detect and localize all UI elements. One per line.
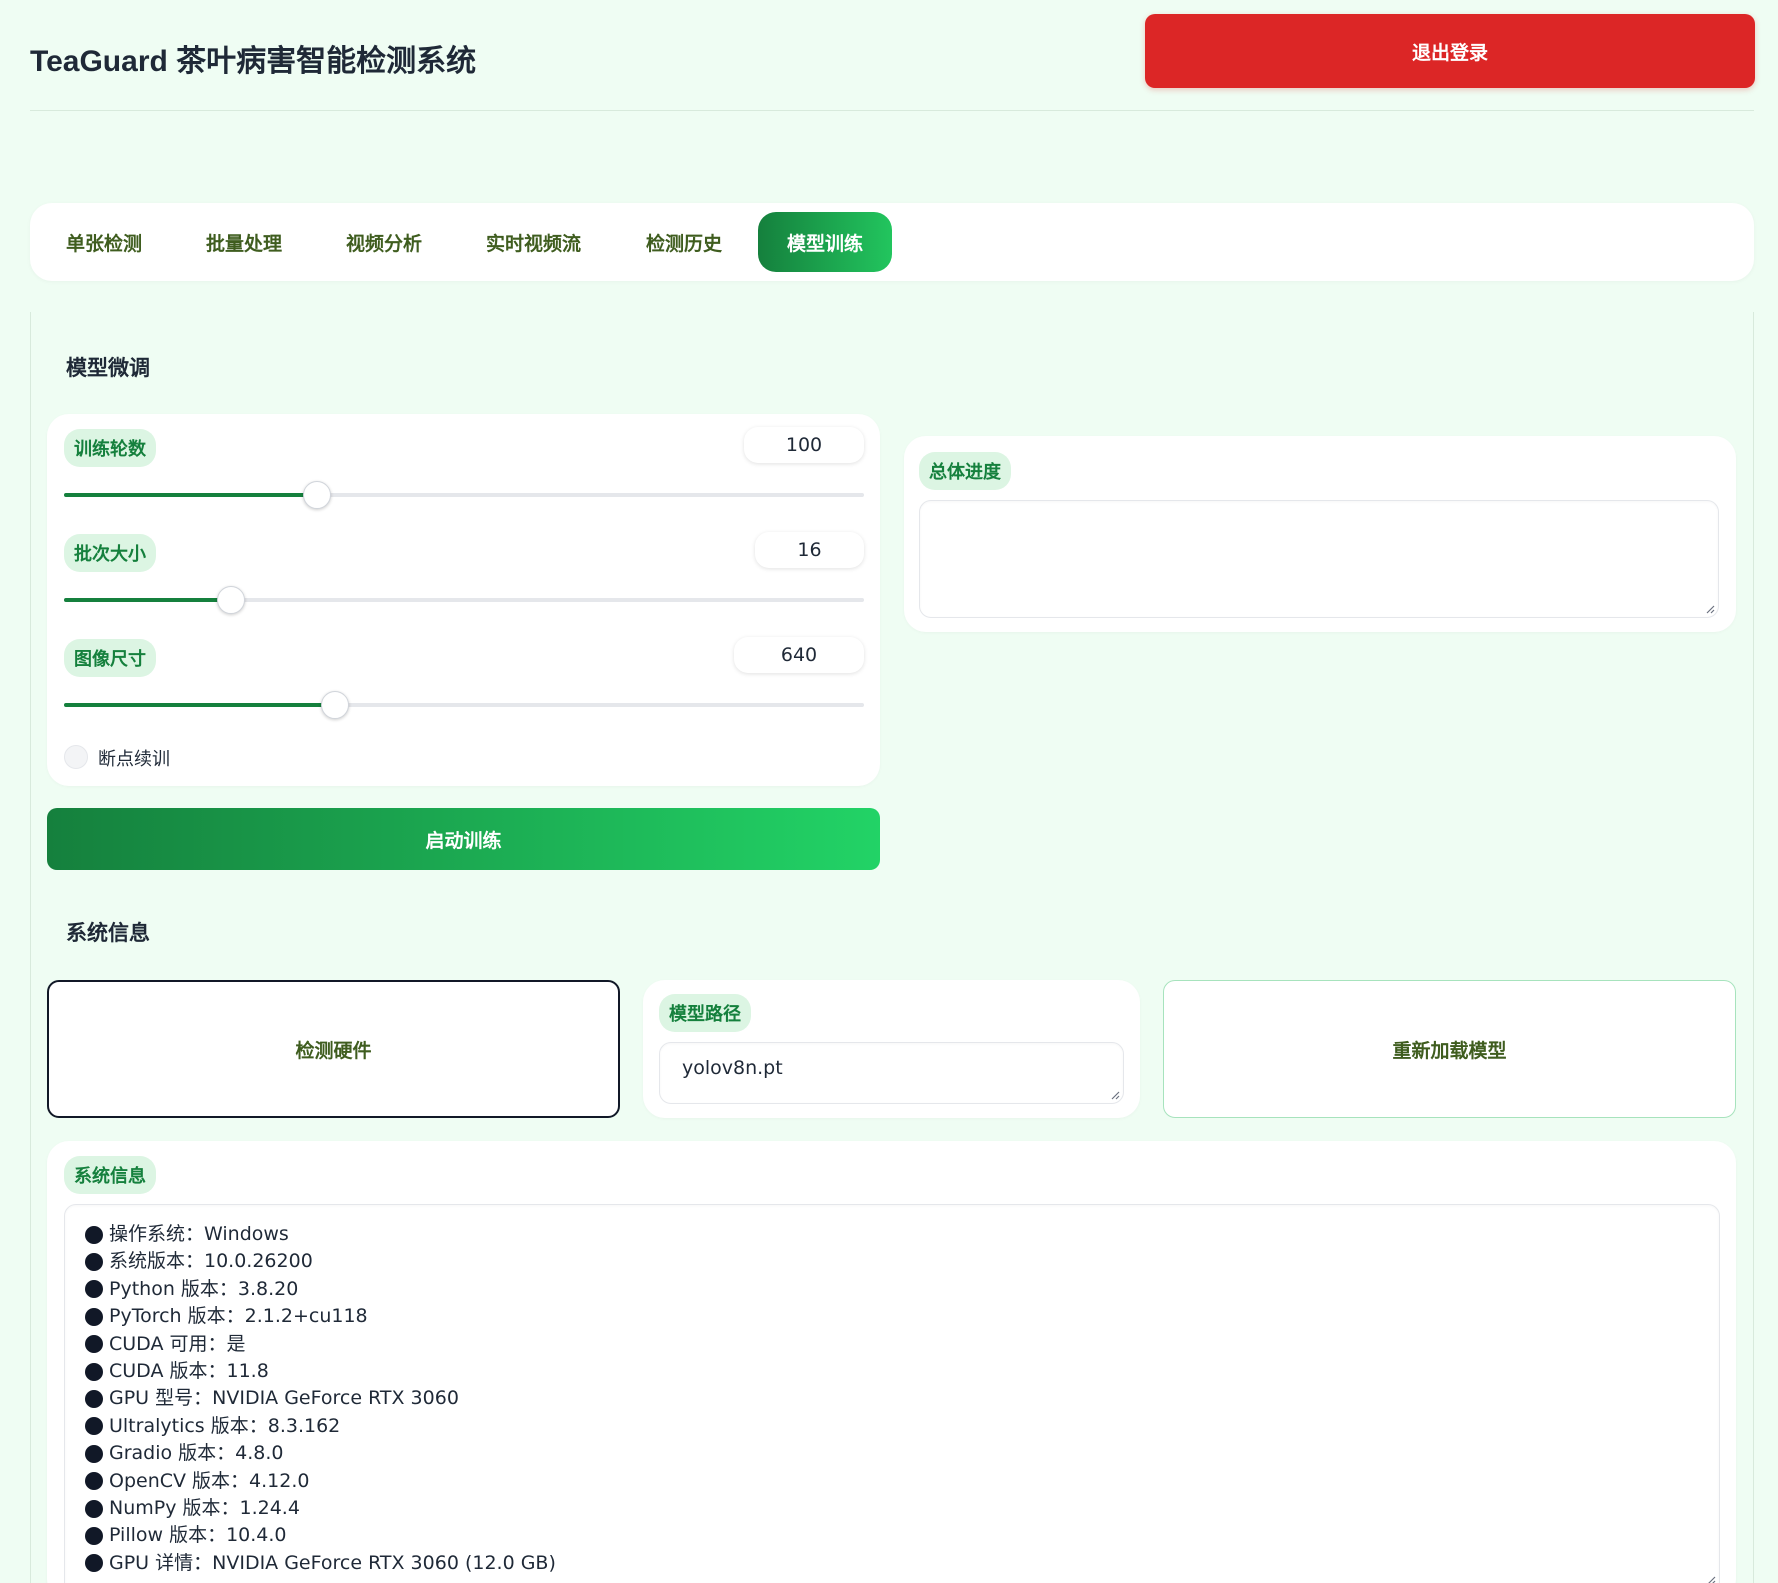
sysinfo-line: NumPy 版本：1.24.4 (85, 1495, 556, 1522)
tab-single-detect[interactable]: 单张检测 (38, 212, 170, 272)
bullet-icon (85, 1307, 103, 1326)
sysinfo-line-text: OpenCV 版本：4.12.0 (109, 1469, 310, 1492)
progress-label: 总体进度 (919, 452, 1011, 490)
imgsz-label: 图像尺寸 (64, 639, 156, 677)
sysinfo-line-text: GPU 型号：NVIDIA GeForce RTX 3060 (109, 1387, 459, 1410)
sysinfo-line-text: 系统版本：10.0.26200 (109, 1250, 313, 1273)
resize-grip-icon[interactable] (1703, 602, 1715, 614)
tab-training[interactable]: 模型训练 (758, 212, 892, 272)
batch-input[interactable]: 16 (755, 532, 864, 568)
epochs-slider[interactable] (64, 481, 864, 509)
app-title: TeaGuard 茶叶病害智能检测系统 (30, 45, 477, 78)
tab-batch[interactable]: 批量处理 (178, 212, 310, 272)
imgsz-slider-thumb[interactable] (321, 691, 350, 719)
resume-label: 断点续训 (98, 749, 170, 770)
model-path-label: 模型路径 (659, 994, 751, 1032)
bullet-icon (85, 1225, 103, 1244)
batch-slider[interactable] (64, 586, 864, 614)
bullet-icon (85, 1526, 103, 1545)
resize-grip-icon[interactable] (1108, 1088, 1120, 1100)
sysinfo-line-text: Pillow 版本：10.4.0 (109, 1524, 287, 1547)
sysinfo-title: 系统信息 (66, 921, 150, 945)
sysinfo-line: PyTorch 版本：2.1.2+cu118 (85, 1303, 556, 1330)
bullet-icon (85, 1253, 103, 1272)
tab-video[interactable]: 视频分析 (318, 212, 450, 272)
sysinfo-line-text: CUDA 版本：11.8 (109, 1359, 269, 1382)
imgsz-slider-fill (64, 703, 336, 707)
sysinfo-line: 操作系统：Windows (85, 1221, 556, 1248)
tab-bar: 单张检测 批量处理 视频分析 实时视频流 检测历史 模型训练 (30, 203, 1754, 281)
sysinfo-line-text: GPU 详情：NVIDIA GeForce RTX 3060 (12.0 GB) (109, 1551, 556, 1574)
sysinfo-line-text: PyTorch 版本：2.1.2+cu118 (109, 1305, 368, 1328)
model-path-input[interactable]: yolov8n.pt (659, 1042, 1124, 1104)
tab-live-stream[interactable]: 实时视频流 (458, 212, 609, 272)
sysinfo-line-text: 操作系统：Windows (109, 1223, 289, 1245)
sysinfo-list: 操作系统：Windows 系统版本：10.0.26200 Python 版本：3.8… (85, 1221, 556, 1577)
sysinfo-line-text: NumPy 版本：1.24.4 (109, 1496, 300, 1519)
reload-model-button[interactable]: 重新加载模型 (1163, 980, 1736, 1118)
sysinfo-line: OpenCV 版本：4.12.0 (85, 1468, 556, 1495)
sysinfo-line-text: Gradio 版本：4.8.0 (109, 1442, 284, 1465)
sysinfo-textarea[interactable]: 操作系统：Windows 系统版本：10.0.26200 Python 版本：3.8… (64, 1204, 1720, 1583)
logout-button[interactable]: 退出登录 (1145, 14, 1755, 88)
detect-hardware-button[interactable]: 检测硬件 (47, 980, 620, 1118)
bullet-icon (85, 1472, 103, 1491)
resume-checkbox[interactable] (64, 745, 88, 769)
epochs-slider-thumb[interactable] (302, 481, 331, 509)
bullet-icon (85, 1417, 103, 1436)
sysinfo-line: CUDA 版本：11.8 (85, 1358, 556, 1385)
bullet-icon (85, 1554, 103, 1573)
sysinfo-line-text: Python 版本：3.8.20 (109, 1277, 299, 1300)
bullet-icon (85, 1280, 103, 1299)
batch-slider-thumb[interactable] (217, 586, 246, 614)
batch-label: 批次大小 (64, 534, 156, 572)
bullet-icon (85, 1362, 103, 1381)
imgsz-input[interactable]: 640 (734, 637, 864, 673)
bullet-icon (85, 1499, 103, 1518)
sysinfo-line-text: Ultralytics 版本：8.3.162 (109, 1414, 341, 1437)
epochs-input[interactable]: 100 (744, 427, 864, 463)
sysinfo-line: Gradio 版本：4.8.0 (85, 1440, 556, 1467)
sysinfo-line: CUDA 可用：是 (85, 1331, 556, 1358)
bullet-icon (85, 1335, 103, 1354)
batch-slider-fill (64, 598, 232, 602)
bullet-icon (85, 1390, 103, 1409)
sysinfo-line: Ultralytics 版本：8.3.162 (85, 1413, 556, 1440)
model-path-value: yolov8n.pt (682, 1057, 783, 1079)
sysinfo-line-text: CUDA 可用：是 (109, 1332, 246, 1355)
epochs-slider-fill (64, 493, 317, 497)
bullet-icon (85, 1444, 103, 1463)
sysinfo-line: Pillow 版本：10.4.0 (85, 1522, 556, 1549)
finetune-title: 模型微调 (66, 356, 150, 380)
resize-grip-icon[interactable] (1704, 1573, 1716, 1583)
sysinfo-line: GPU 型号：NVIDIA GeForce RTX 3060 (85, 1385, 556, 1412)
sysinfo-line: 系统版本：10.0.26200 (85, 1248, 556, 1275)
sysinfo-line: GPU 详情：NVIDIA GeForce RTX 3060 (12.0 GB) (85, 1550, 556, 1577)
sysinfo-line: Python 版本：3.8.20 (85, 1276, 556, 1303)
sysinfo-label: 系统信息 (64, 1156, 156, 1194)
progress-textarea[interactable] (919, 500, 1719, 618)
start-training-button[interactable]: 启动训练 (47, 808, 880, 870)
tab-history[interactable]: 检测历史 (618, 212, 750, 272)
epochs-label: 训练轮数 (64, 429, 156, 467)
app-header: TeaGuard 茶叶病害智能检测系统 退出登录 (30, 0, 1755, 111)
imgsz-slider[interactable] (64, 691, 864, 719)
